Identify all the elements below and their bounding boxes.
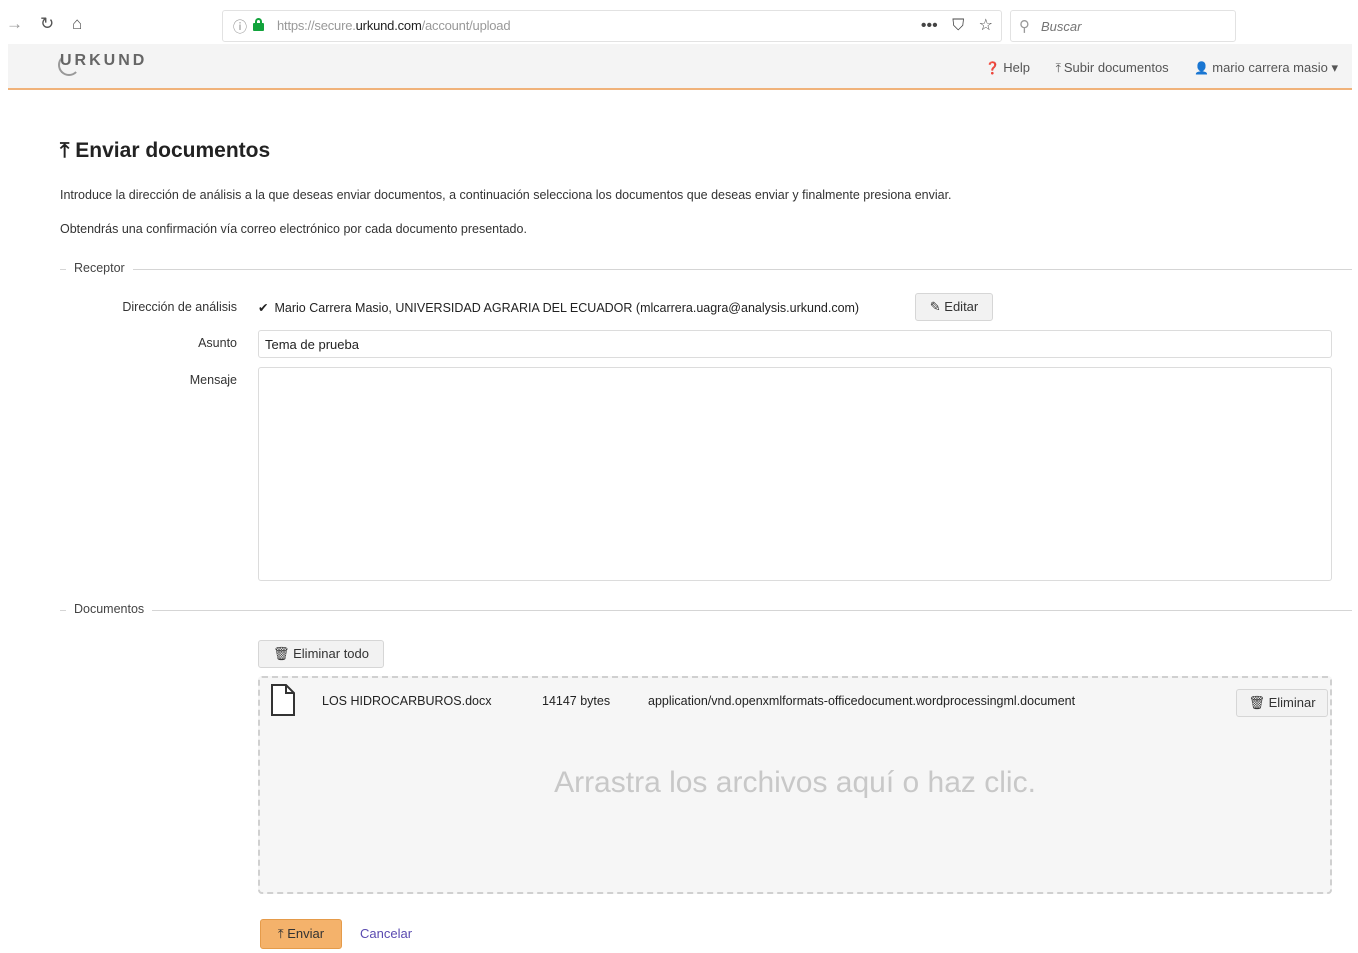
drop-hint: Arrastra los archivos aquí o haz clic.: [554, 766, 1036, 799]
pocket-icon[interactable]: ⛉: [952, 17, 964, 34]
trash-icon: 🗑: [272, 646, 290, 661]
receptor-legend: Receptor: [60, 261, 1352, 277]
subject-label: Asunto: [198, 336, 237, 350]
documents-legend: Documentos: [60, 602, 1352, 618]
upload-icon: ⤒: [1055, 61, 1061, 75]
star-icon[interactable]: ☆: [979, 17, 993, 34]
browser-search-input[interactable]: [1041, 17, 1221, 35]
home-icon[interactable]: ⌂: [72, 14, 82, 34]
app-navbar: URKUND ❓ Help ⤒ Subir documentos 👤 mario ca…: [8, 44, 1352, 90]
upload-icon: ⤒: [60, 139, 70, 162]
page-title: ⤒ Enviar documentos: [60, 139, 270, 163]
remove-file-button[interactable]: 🗑 Eliminar: [1236, 689, 1328, 717]
receptor-legend-text: Receptor: [66, 261, 133, 275]
help-label: Help: [1003, 60, 1030, 75]
remove-all-button[interactable]: 🗑 Eliminar todo: [258, 640, 384, 668]
edit-button[interactable]: ✎ Editar: [915, 293, 993, 321]
upload-icon: ⤒: [277, 926, 284, 941]
edit-button-label: Editar: [944, 299, 979, 314]
question-circle-icon: ❓: [985, 61, 1001, 75]
browser-search-bar[interactable]: ⚲: [1010, 10, 1236, 42]
file-icon: [271, 684, 295, 716]
info-icon[interactable]: ⓘ: [233, 17, 247, 37]
search-icon: ⚲: [1019, 18, 1030, 35]
upload-label: Subir documentos: [1063, 60, 1169, 75]
send-button[interactable]: ⤒ Enviar: [260, 919, 342, 949]
browser-toolbar: → ↻ ⌂ ⓘ https://secure.urkund.com/accoun…: [0, 0, 1358, 44]
analysis-address-text: Mario Carrera Masio, UNIVERSIDAD AGRARIA…: [274, 301, 860, 315]
file-row: LOS HIDROCARBUROS.docx 14147 bytes appli…: [270, 684, 1328, 720]
url-path: /account/upload: [421, 18, 511, 33]
user-menu[interactable]: 👤 mario carrera masio ▾: [1194, 60, 1338, 76]
analysis-address: ✔ Mario Carrera Masio, UNIVERSIDAD AGRARI…: [258, 300, 859, 315]
documents-legend-text: Documentos: [66, 602, 153, 616]
send-button-label: Enviar: [287, 926, 325, 941]
cancel-link[interactable]: Cancelar: [360, 926, 412, 941]
help-link[interactable]: ❓ Help: [985, 60, 1030, 75]
file-size: 14147 bytes: [542, 694, 611, 708]
url-text[interactable]: https://secure.urkund.com/account/upload: [277, 18, 511, 33]
file-dropzone[interactable]: LOS HIDROCARBUROS.docx 14147 bytes appli…: [258, 676, 1332, 894]
user-name: mario carrera masio: [1212, 60, 1328, 75]
check-icon: ✔: [258, 301, 269, 315]
page-title-text: Enviar documentos: [75, 139, 271, 162]
back-icon[interactable]: →: [6, 14, 23, 34]
edit-icon: ✎: [929, 299, 941, 314]
intro-text: Introduce la dirección de análisis a la …: [60, 188, 952, 202]
remove-all-label: Eliminar todo: [293, 646, 369, 661]
confirmation-text: Obtendrás una confirmación vía correo el…: [60, 222, 527, 236]
reload-icon[interactable]: ↻: [40, 14, 54, 34]
message-label: Mensaje: [189, 373, 237, 387]
file-mime-type: application/vnd.openxmlformats-officedoc…: [648, 694, 1076, 708]
url-host: urkund.com: [355, 18, 422, 33]
file-name: LOS HIDROCARBUROS.docx: [322, 694, 492, 708]
more-icon[interactable]: •••: [921, 17, 938, 34]
lock-icon: [253, 18, 264, 31]
urkund-logo[interactable]: URKUND: [60, 52, 147, 70]
user-icon: 👤: [1194, 61, 1210, 75]
url-bar[interactable]: ⓘ https://secure.urkund.com/account/uplo…: [222, 10, 1002, 42]
caret-down-icon: ▾: [1331, 60, 1338, 75]
url-prefix: https://secure.: [277, 18, 356, 33]
trash-icon: 🗑: [1248, 695, 1265, 710]
address-label: Dirección de análisis: [122, 300, 237, 314]
upload-link[interactable]: ⤒ Subir documentos: [1056, 60, 1169, 76]
remove-file-label: Eliminar: [1268, 695, 1316, 710]
message-textarea[interactable]: [258, 367, 1332, 581]
subject-input[interactable]: [258, 330, 1332, 358]
